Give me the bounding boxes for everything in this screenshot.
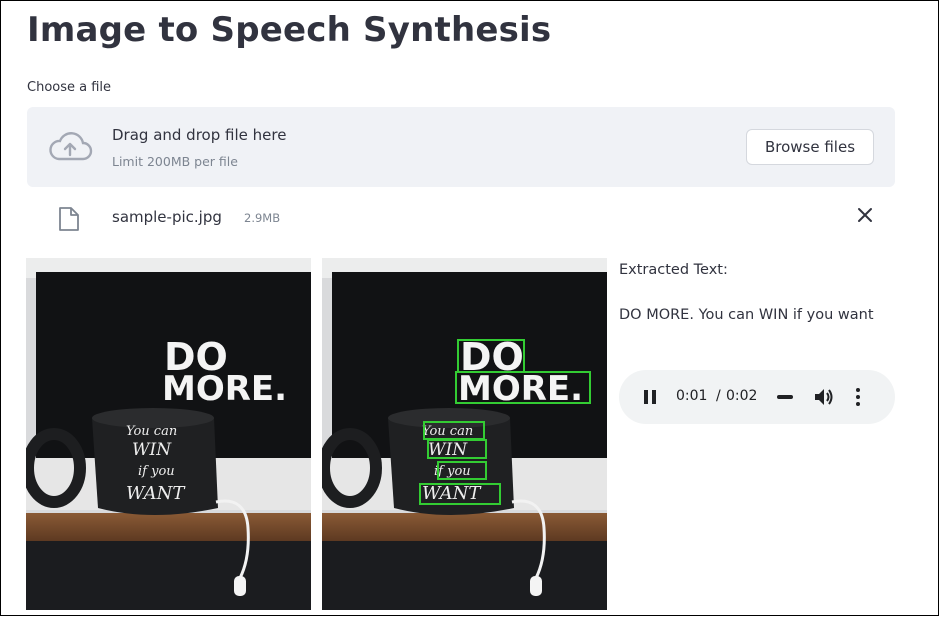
- audio-total-time: 0:02: [726, 388, 758, 404]
- browse-files-button[interactable]: Browse files: [746, 129, 874, 165]
- cloud-upload-icon: [49, 132, 93, 161]
- extracted-text-value: DO MORE. You can WIN if you want: [619, 307, 874, 323]
- mug-text-win: WIN: [132, 440, 172, 460]
- more-icon[interactable]: [855, 387, 861, 407]
- uploader-label: Choose a file: [27, 80, 112, 95]
- uploaded-file-name: sample-pic.jpg: [112, 208, 222, 226]
- audio-current-time: 0:01: [676, 388, 708, 404]
- extracted-text-label: Extracted Text:: [619, 262, 728, 278]
- page-title: Image to Speech Synthesis: [27, 10, 552, 50]
- close-icon[interactable]: [857, 207, 873, 223]
- mug-text-you-can: You can: [422, 424, 473, 439]
- dropzone-limit: Limit 200MB per file: [112, 154, 238, 169]
- photo-text-more: MORE.: [162, 369, 287, 409]
- uploaded-file-row: sample-pic.jpg 2.9MB: [27, 198, 895, 238]
- mug-text-you-can: You can: [126, 424, 177, 439]
- audio-player[interactable]: 0:01 / 0:02: [619, 370, 895, 424]
- pause-icon[interactable]: [643, 389, 657, 405]
- file-dropzone[interactable]: Drag and drop file here Limit 200MB per …: [27, 107, 895, 187]
- progress-icon[interactable]: [777, 395, 793, 399]
- mug-text-if-you: if you: [434, 464, 471, 479]
- file-icon: [59, 207, 79, 231]
- annotated-image: DO MORE. You can WIN if you WANT: [322, 258, 607, 610]
- mug-text-want: WANT: [126, 483, 186, 504]
- original-image: DO MORE. You can WIN if you WANT: [26, 258, 311, 610]
- mug-text-if-you: if you: [138, 464, 175, 479]
- mug-text-want: WANT: [422, 483, 482, 504]
- volume-icon[interactable]: [813, 387, 835, 407]
- uploaded-file-size: 2.9MB: [244, 211, 281, 225]
- audio-time-separator: /: [716, 388, 721, 404]
- dropzone-instructions: Drag and drop file here: [112, 126, 287, 144]
